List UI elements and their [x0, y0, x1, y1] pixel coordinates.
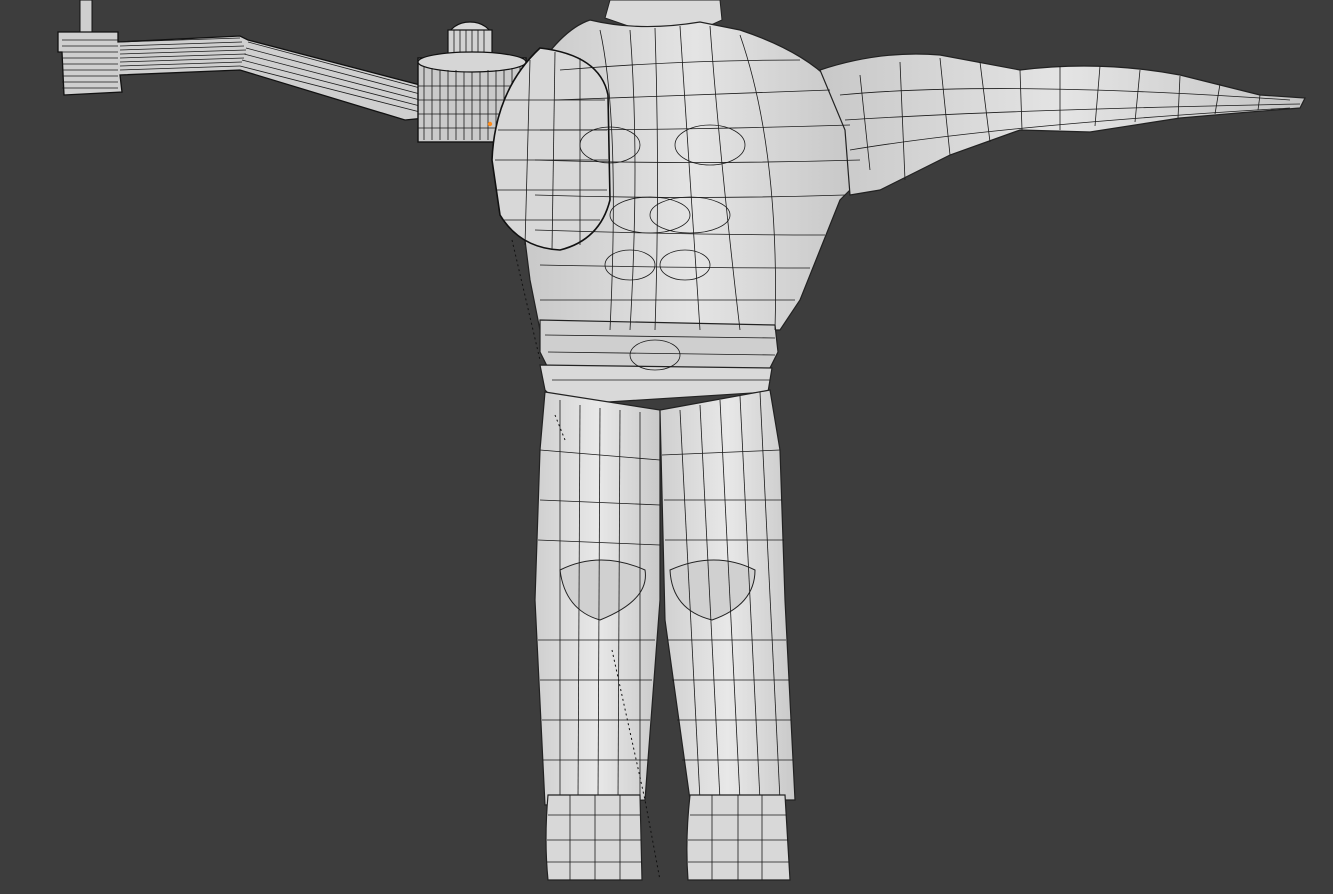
character-legs[interactable] — [534, 389, 796, 881]
mechanical-arm[interactable] — [57, 0, 527, 143]
3d-viewport[interactable] — [0, 0, 1333, 894]
character-torso[interactable] — [491, 0, 1306, 406]
selected-vertex-icon — [487, 121, 493, 127]
viewport-canvas[interactable] — [0, 0, 1333, 894]
